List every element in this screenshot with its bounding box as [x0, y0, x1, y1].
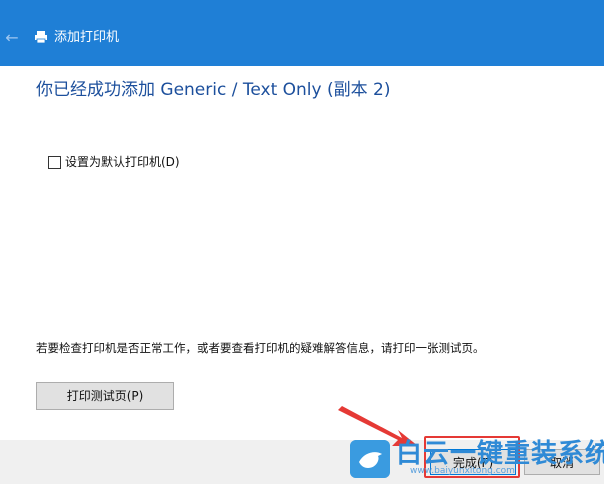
info-text: 若要检查打印机是否正常工作，或者要查看打印机的疑难解答信息，请打印一张测试页。	[36, 341, 485, 355]
window-title: 添加打印机	[54, 30, 120, 45]
watermark: 白云一键重装系统 www.baiyunxitong.com	[350, 439, 604, 480]
bird-logo-icon	[350, 440, 390, 478]
default-printer-checkbox[interactable]: 设置为默认打印机(D)	[48, 153, 180, 171]
back-arrow-icon[interactable]: ←	[4, 30, 20, 46]
printer-icon	[35, 31, 47, 44]
red-arrow-annotation	[338, 406, 418, 446]
title-bar: ← 添加打印机	[0, 0, 604, 66]
checkbox-box[interactable]	[48, 155, 61, 169]
print-test-page-button[interactable]: 打印测试页(P)	[36, 382, 174, 410]
page-heading: 你已经成功添加 Generic / Text Only (副本 2)	[36, 80, 391, 100]
checkbox-label: 设置为默认打印机(D)	[65, 155, 180, 169]
watermark-url: www.baiyunxitong.com	[410, 466, 515, 476]
